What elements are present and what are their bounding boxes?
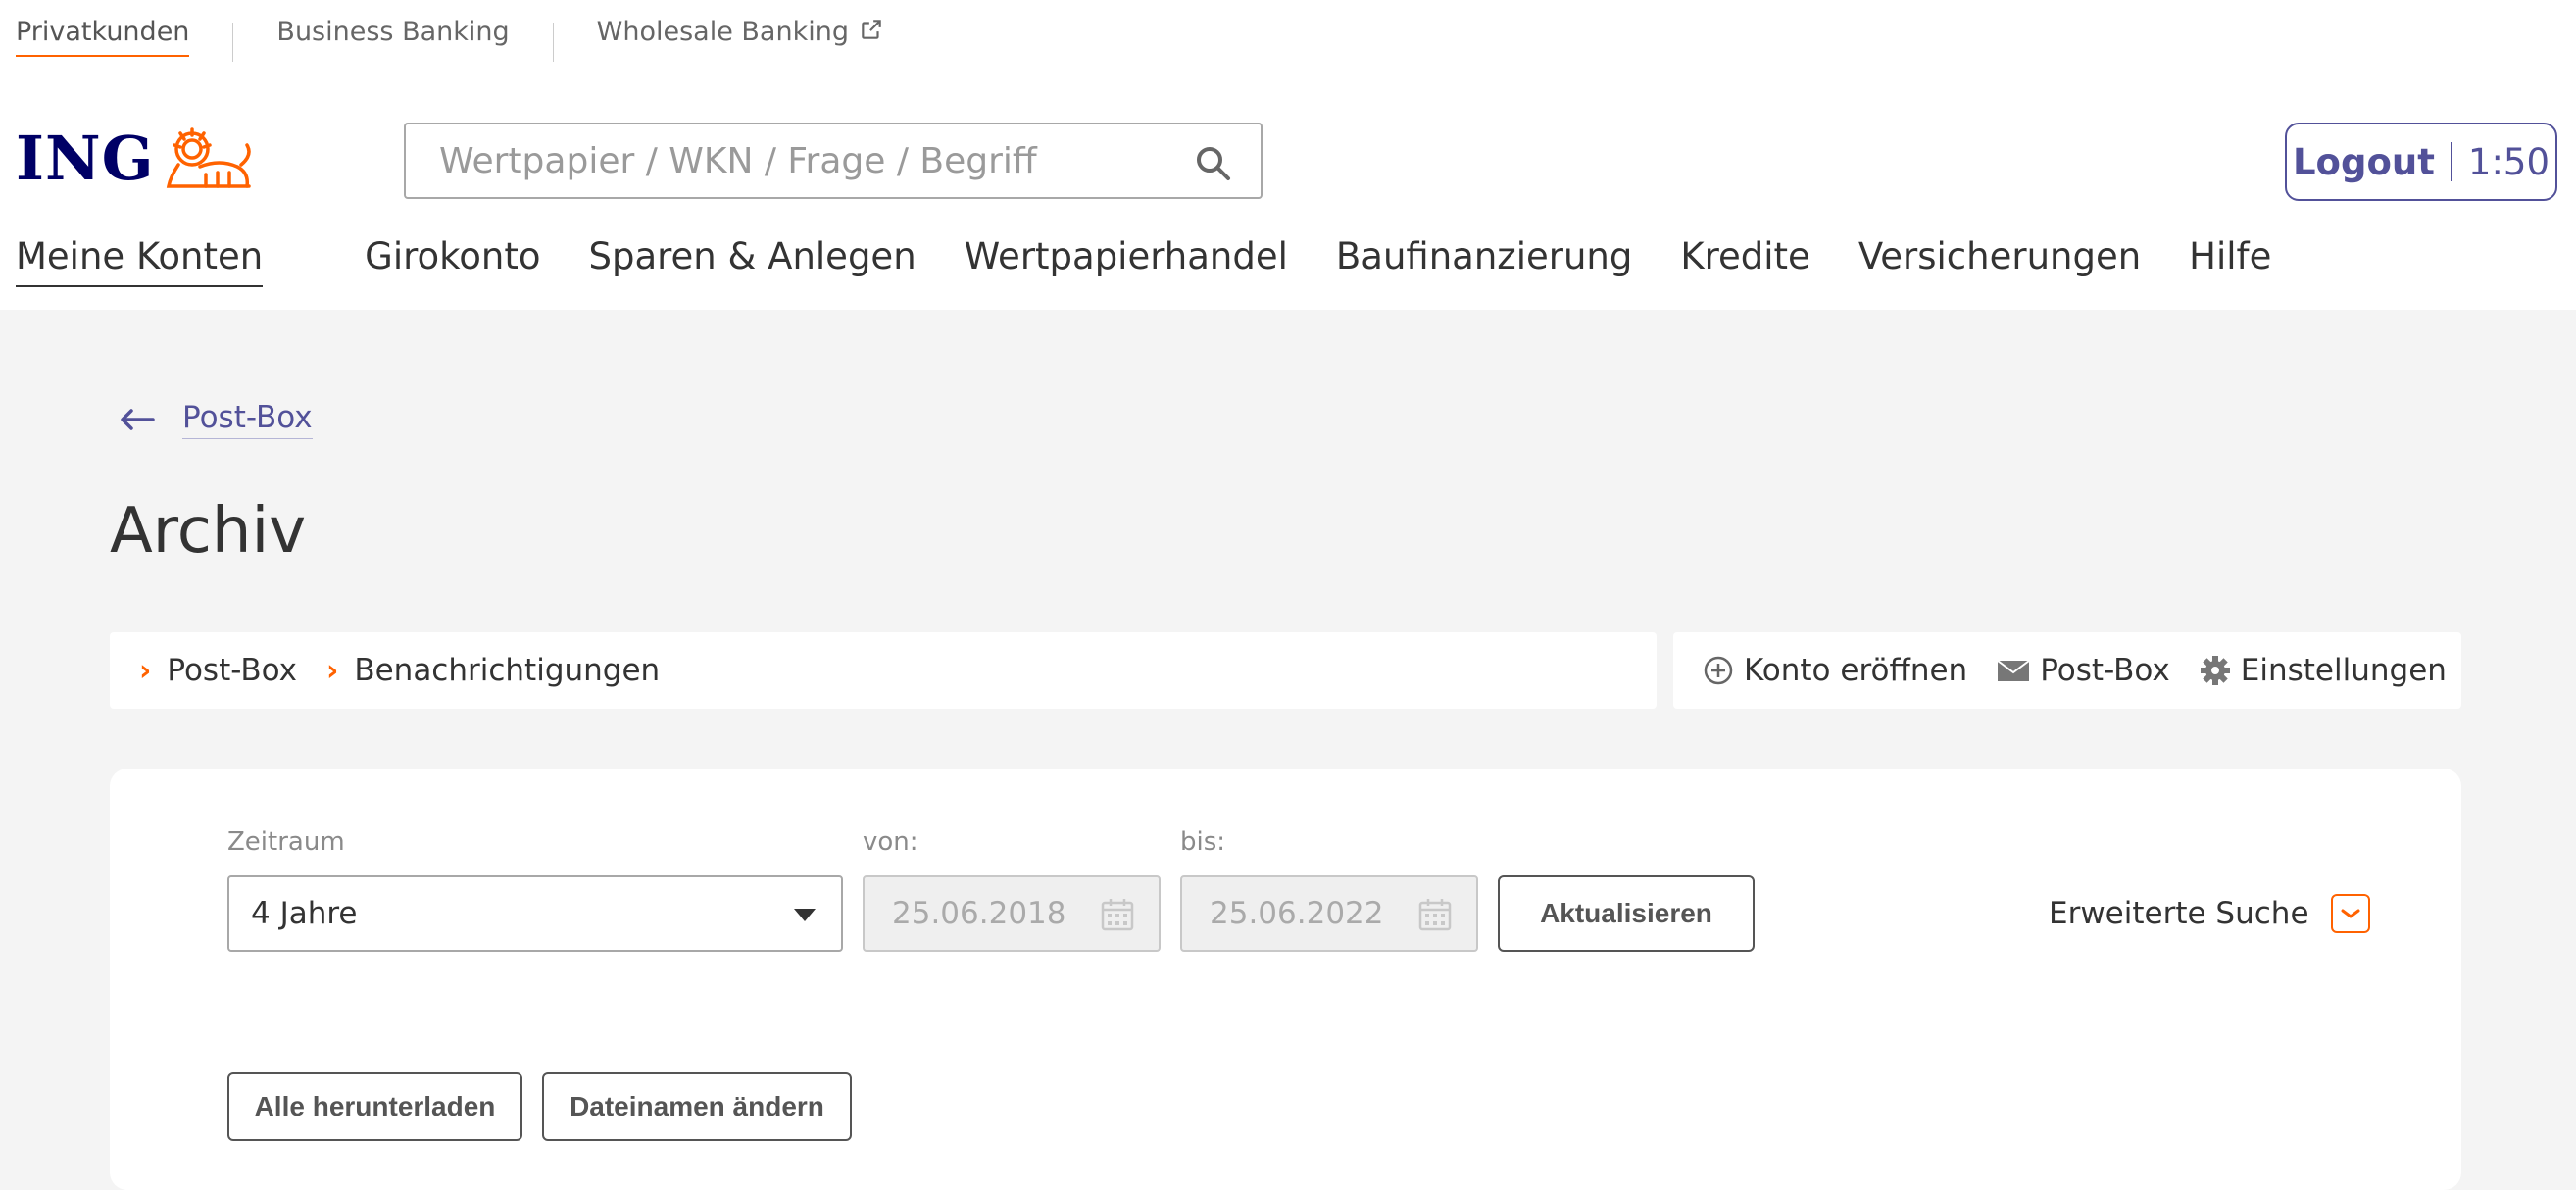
- envelope-icon: [1997, 660, 2030, 681]
- segment-wholesale-label: Wholesale Banking: [596, 17, 849, 47]
- session-timer: 1:50: [2467, 140, 2551, 183]
- calendar-icon: [1101, 899, 1134, 931]
- segment-privatkunden[interactable]: Privatkunden: [16, 17, 190, 57]
- nav-hilfe[interactable]: Hilfe: [2189, 235, 2271, 287]
- segment-divider: [232, 23, 234, 62]
- chevron-right-icon: ›: [325, 653, 339, 688]
- back-link-label: Post-Box: [182, 400, 313, 439]
- lion-icon: [166, 127, 251, 188]
- nav-kredite[interactable]: Kredite: [1680, 235, 1809, 287]
- nav-girokonto[interactable]: Girokonto: [365, 235, 540, 287]
- plus-circle-icon: [1704, 656, 1733, 685]
- to-date-label: bis:: [1180, 827, 1226, 857]
- logo-wordmark: ING: [16, 123, 155, 194]
- period-label: Zeitraum: [227, 827, 345, 857]
- to-date-value: 25.06.2022: [1210, 896, 1384, 931]
- advanced-search-toggle[interactable]: Erweiterte Suche: [2049, 894, 2370, 933]
- caret-down-icon: [794, 909, 816, 921]
- header: Privatkunden Business Banking Wholesale …: [0, 0, 2576, 310]
- download-all-button[interactable]: Alle herunterladen: [227, 1072, 522, 1141]
- chevron-down-icon: [2330, 894, 2370, 933]
- logout-label: Logout: [2292, 140, 2435, 183]
- rename-files-button[interactable]: Dateinamen ändern: [542, 1072, 852, 1141]
- gear-icon: [2200, 656, 2230, 685]
- breadcrumb-item-post-box[interactable]: › Post-Box: [139, 653, 297, 688]
- quick-link-post-box[interactable]: Post-Box: [1997, 653, 2170, 688]
- segment-divider: [552, 23, 554, 62]
- breadcrumb: › Post-Box › Benachrichtigungen: [110, 632, 1657, 709]
- quick-link-einstellungen[interactable]: Einstellungen: [2200, 653, 2447, 688]
- from-date-field[interactable]: 25.06.2018: [863, 875, 1161, 952]
- to-date-field[interactable]: 25.06.2022: [1180, 875, 1478, 952]
- search-box: [404, 123, 1263, 199]
- page-title: Archiv: [110, 495, 307, 568]
- nav-wertpapierhandel[interactable]: Wertpapierhandel: [965, 235, 1288, 287]
- period-value: 4 Jahre: [251, 896, 358, 931]
- breadcrumb-item-benachrichtigungen[interactable]: › Benachrichtigungen: [326, 653, 660, 688]
- segment-business-banking[interactable]: Business Banking: [276, 17, 509, 55]
- period-select[interactable]: 4 Jahre: [227, 875, 843, 952]
- ing-logo[interactable]: ING: [16, 127, 255, 190]
- breadcrumb-label: Benachrichtigungen: [354, 653, 661, 688]
- arrow-left-icon: [121, 409, 155, 430]
- nav-meine-konten[interactable]: Meine Konten: [16, 235, 264, 287]
- logout-button[interactable]: Logout 1:50: [2285, 123, 2557, 201]
- chevron-right-icon: ›: [139, 653, 152, 688]
- from-date-label: von:: [863, 827, 918, 857]
- main-nav: Meine Konten Girokonto Sparen & Anlegen …: [16, 235, 2271, 287]
- refresh-button[interactable]: Aktualisieren: [1498, 875, 1755, 952]
- search-input[interactable]: [437, 139, 1166, 182]
- segment-nav: Privatkunden Business Banking Wholesale …: [16, 17, 884, 66]
- from-date-value: 25.06.2018: [892, 896, 1066, 931]
- quick-link-label: Konto eröffnen: [1744, 653, 1968, 688]
- search-icon[interactable]: [1194, 144, 1233, 183]
- breadcrumb-label: Post-Box: [167, 653, 297, 688]
- nav-versicherungen[interactable]: Versicherungen: [1858, 235, 2141, 287]
- quick-link-label: Einstellungen: [2240, 653, 2447, 688]
- back-link[interactable]: Post-Box: [118, 400, 313, 439]
- calendar-icon: [1418, 899, 1452, 931]
- nav-sparen-anlegen[interactable]: Sparen & Anlegen: [589, 235, 916, 287]
- quick-link-label: Post-Box: [2040, 653, 2170, 688]
- logout-divider: [2450, 142, 2452, 181]
- nav-baufinanzierung[interactable]: Baufinanzierung: [1336, 235, 1632, 287]
- advanced-search-label: Erweiterte Suche: [2049, 896, 2309, 931]
- quick-links: Konto eröffnen Post-Box Einstellungen: [1673, 632, 2461, 709]
- quick-link-konto-eroeffnen[interactable]: Konto eröffnen: [1703, 653, 1967, 688]
- segment-wholesale-banking[interactable]: Wholesale Banking: [597, 17, 884, 55]
- external-link-icon: [862, 20, 881, 39]
